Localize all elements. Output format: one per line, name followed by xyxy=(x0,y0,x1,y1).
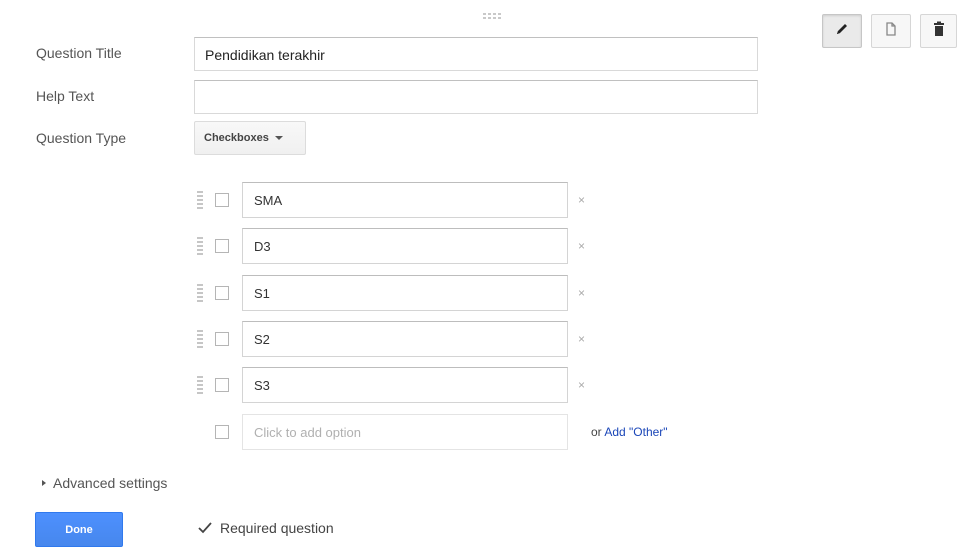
expand-triangle-icon xyxy=(42,480,46,486)
delete-button[interactable] xyxy=(920,14,957,48)
drag-handle-icon[interactable] xyxy=(197,237,203,255)
option-input[interactable]: S2 xyxy=(242,321,568,357)
edit-button[interactable] xyxy=(822,14,862,48)
question-type-label: Question Type xyxy=(36,130,127,146)
copy-icon xyxy=(883,21,899,42)
question-type-value: Checkboxes xyxy=(204,132,269,144)
trash-icon xyxy=(932,21,946,42)
chevron-down-icon xyxy=(274,136,283,140)
remove-option-icon[interactable]: × xyxy=(578,332,585,346)
drag-handle-icon[interactable] xyxy=(197,376,203,394)
add-option-input[interactable]: Click to add option xyxy=(242,414,568,450)
option-checkbox xyxy=(215,193,229,207)
option-checkbox xyxy=(215,239,229,253)
or-text: or xyxy=(591,425,605,439)
done-button[interactable]: Done xyxy=(35,512,123,547)
option-input[interactable]: D3 xyxy=(242,228,568,264)
drag-handle-icon[interactable] xyxy=(197,330,203,348)
remove-option-icon[interactable]: × xyxy=(578,193,585,207)
option-input[interactable]: S3 xyxy=(242,367,568,403)
question-type-dropdown[interactable]: Checkboxes xyxy=(194,121,306,155)
required-question-label: Required question xyxy=(220,520,334,536)
option-checkbox xyxy=(215,332,229,346)
option-input[interactable]: SMA xyxy=(242,182,568,218)
advanced-settings-toggle[interactable]: Advanced settings xyxy=(42,475,167,491)
required-question-checkbox[interactable]: Required question xyxy=(196,519,334,537)
checkmark-icon xyxy=(196,519,214,537)
remove-option-icon[interactable]: × xyxy=(578,286,585,300)
duplicate-button[interactable] xyxy=(871,14,911,48)
drag-handle-icon[interactable] xyxy=(483,13,505,23)
drag-handle-icon[interactable] xyxy=(197,191,203,209)
option-checkbox xyxy=(215,286,229,300)
add-other-link[interactable]: Add "Other" xyxy=(604,425,667,439)
help-text-input[interactable] xyxy=(194,80,758,114)
option-checkbox xyxy=(215,425,229,439)
question-title-input[interactable]: Pendidikan terakhir xyxy=(194,37,758,71)
remove-option-icon[interactable]: × xyxy=(578,378,585,392)
option-input[interactable]: S1 xyxy=(242,275,568,311)
question-title-label: Question Title xyxy=(36,45,122,61)
option-checkbox xyxy=(215,378,229,392)
question-editor: Question Title Pendidikan terakhir Help … xyxy=(0,0,957,553)
pencil-icon xyxy=(834,21,850,42)
advanced-settings-label: Advanced settings xyxy=(53,475,168,491)
remove-option-icon[interactable]: × xyxy=(578,239,585,253)
help-text-label: Help Text xyxy=(36,88,95,104)
add-other-text: or Add "Other" xyxy=(591,425,668,439)
drag-handle-icon[interactable] xyxy=(197,284,203,302)
